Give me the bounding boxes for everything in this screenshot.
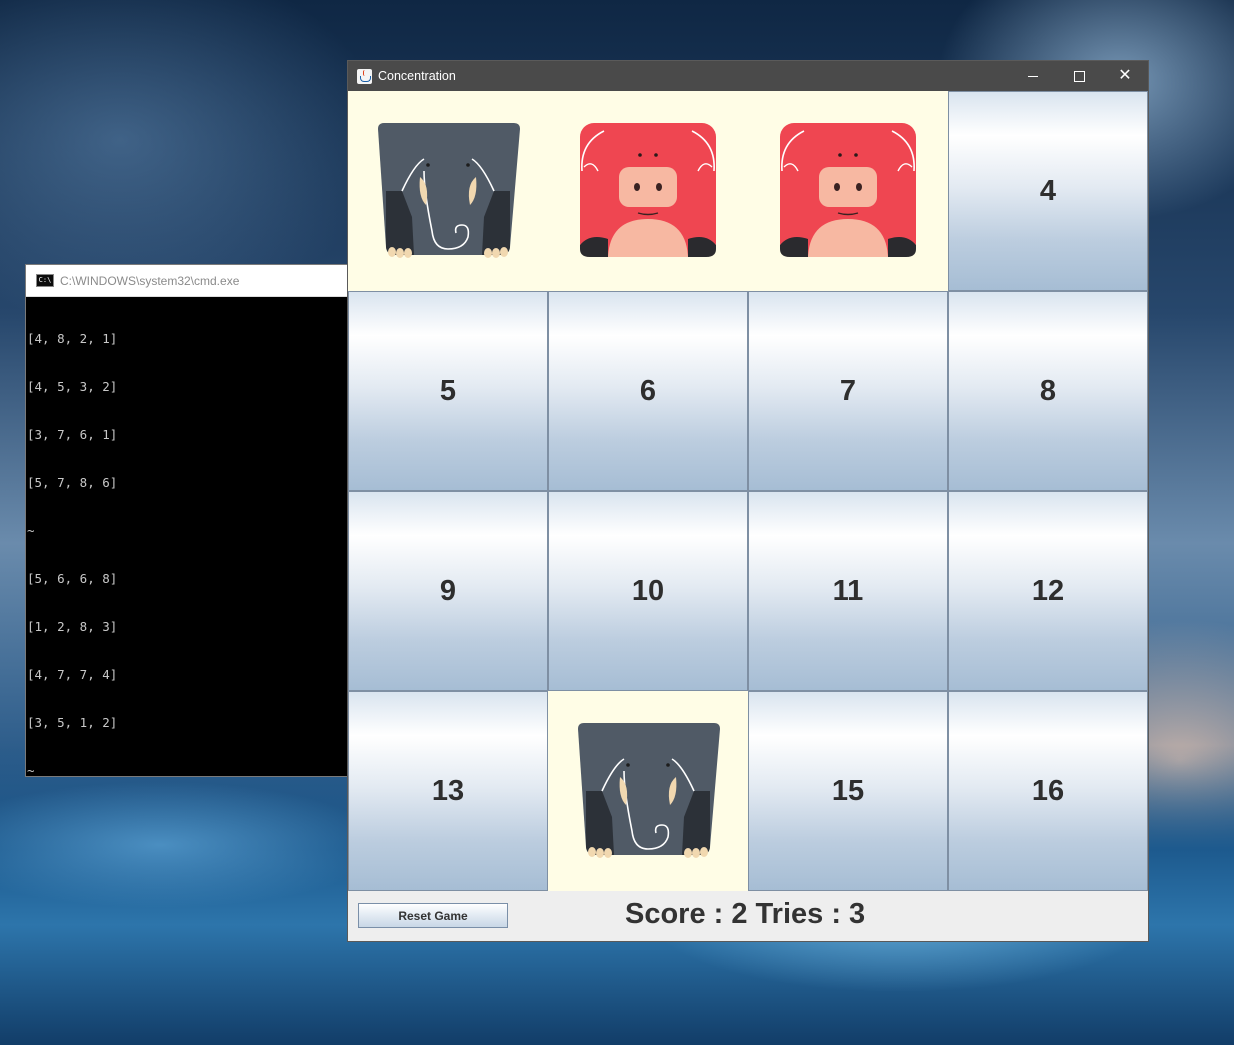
card-label: 7	[839, 374, 857, 407]
window-title-bar[interactable]: Concentration ✕	[348, 61, 1148, 91]
card-1[interactable]	[348, 91, 548, 291]
card-14[interactable]	[548, 691, 748, 891]
card-6[interactable]: 6	[548, 291, 748, 491]
cmd-window[interactable]: C:\ C:\WINDOWS\system32\cmd.exe [4, 8, 2…	[25, 264, 349, 778]
cmd-title: C:\WINDOWS\system32\cmd.exe	[60, 273, 240, 288]
cmd-icon: C:\	[36, 274, 54, 287]
reset-game-button[interactable]: Reset Game	[358, 903, 508, 928]
close-icon: ✕	[1118, 67, 1132, 84]
card-13[interactable]: 13	[348, 691, 548, 891]
cmd-title-bar[interactable]: C:\ C:\WINDOWS\system32\cmd.exe	[26, 265, 348, 297]
cmd-line: [5, 6, 6, 8]	[27, 571, 118, 586]
card-8[interactable]: 8	[948, 291, 1148, 491]
close-button[interactable]: ✕	[1102, 61, 1148, 91]
cmd-line: [4, 7, 7, 4]	[27, 667, 118, 682]
card-2[interactable]	[548, 91, 748, 291]
cmd-output: [4, 8, 2, 1] [4, 5, 3, 2] [3, 7, 6, 1] […	[26, 297, 348, 813]
elephant-icon	[578, 723, 720, 858]
cmd-line: [4, 8, 2, 1]	[27, 331, 118, 346]
minimize-icon	[1028, 75, 1038, 77]
card-11[interactable]: 11	[748, 491, 948, 691]
minimize-button[interactable]	[1010, 61, 1056, 91]
card-3[interactable]	[748, 91, 948, 291]
card-label: 4	[1039, 174, 1057, 207]
cmd-line: [1, 2, 8, 3]	[27, 619, 118, 634]
cmd-line: ~	[27, 763, 35, 778]
card-label: 6	[639, 374, 657, 407]
card-9[interactable]: 9	[348, 491, 548, 691]
card-15[interactable]: 15	[748, 691, 948, 891]
card-label: 16	[1031, 774, 1065, 807]
card-label: 13	[431, 774, 465, 807]
cmd-line: [3, 7, 6, 1]	[27, 427, 118, 442]
concentration-window[interactable]: Concentration ✕ 4 5 6 7 8 9 10 11 12 13 …	[347, 60, 1149, 942]
card-label: 9	[439, 574, 457, 607]
card-12[interactable]: 12	[948, 491, 1148, 691]
maximize-button[interactable]	[1056, 61, 1102, 91]
window-controls: ✕	[1010, 61, 1148, 91]
cmd-line: [5, 7, 8, 6]	[27, 475, 118, 490]
pig-icon	[580, 123, 716, 257]
card-16[interactable]: 16	[948, 691, 1148, 891]
card-label: 15	[831, 774, 865, 807]
card-grid: 4 5 6 7 8 9 10 11 12 13 15 16	[348, 91, 1148, 891]
pig-icon	[780, 123, 916, 257]
card-4[interactable]: 4	[948, 91, 1148, 291]
card-7[interactable]: 7	[748, 291, 948, 491]
card-label: 8	[1039, 374, 1057, 407]
card-label: 5	[439, 374, 457, 407]
cmd-line: [3, 5, 1, 2]	[27, 715, 118, 730]
score-label: Score : 2 Tries : 3	[625, 898, 866, 930]
window-title: Concentration	[378, 69, 456, 83]
footer-bar: Reset Game Score : 2 Tries : 3	[348, 891, 1148, 941]
card-label: 12	[1031, 574, 1065, 607]
java-icon	[357, 68, 372, 84]
card-label: 11	[832, 574, 864, 607]
card-10[interactable]: 10	[548, 491, 748, 691]
cmd-line: ~	[27, 523, 35, 538]
elephant-icon	[378, 123, 520, 258]
cmd-line: [4, 5, 3, 2]	[27, 379, 118, 394]
card-label: 10	[631, 574, 665, 607]
card-5[interactable]: 5	[348, 291, 548, 491]
maximize-icon	[1073, 70, 1085, 82]
